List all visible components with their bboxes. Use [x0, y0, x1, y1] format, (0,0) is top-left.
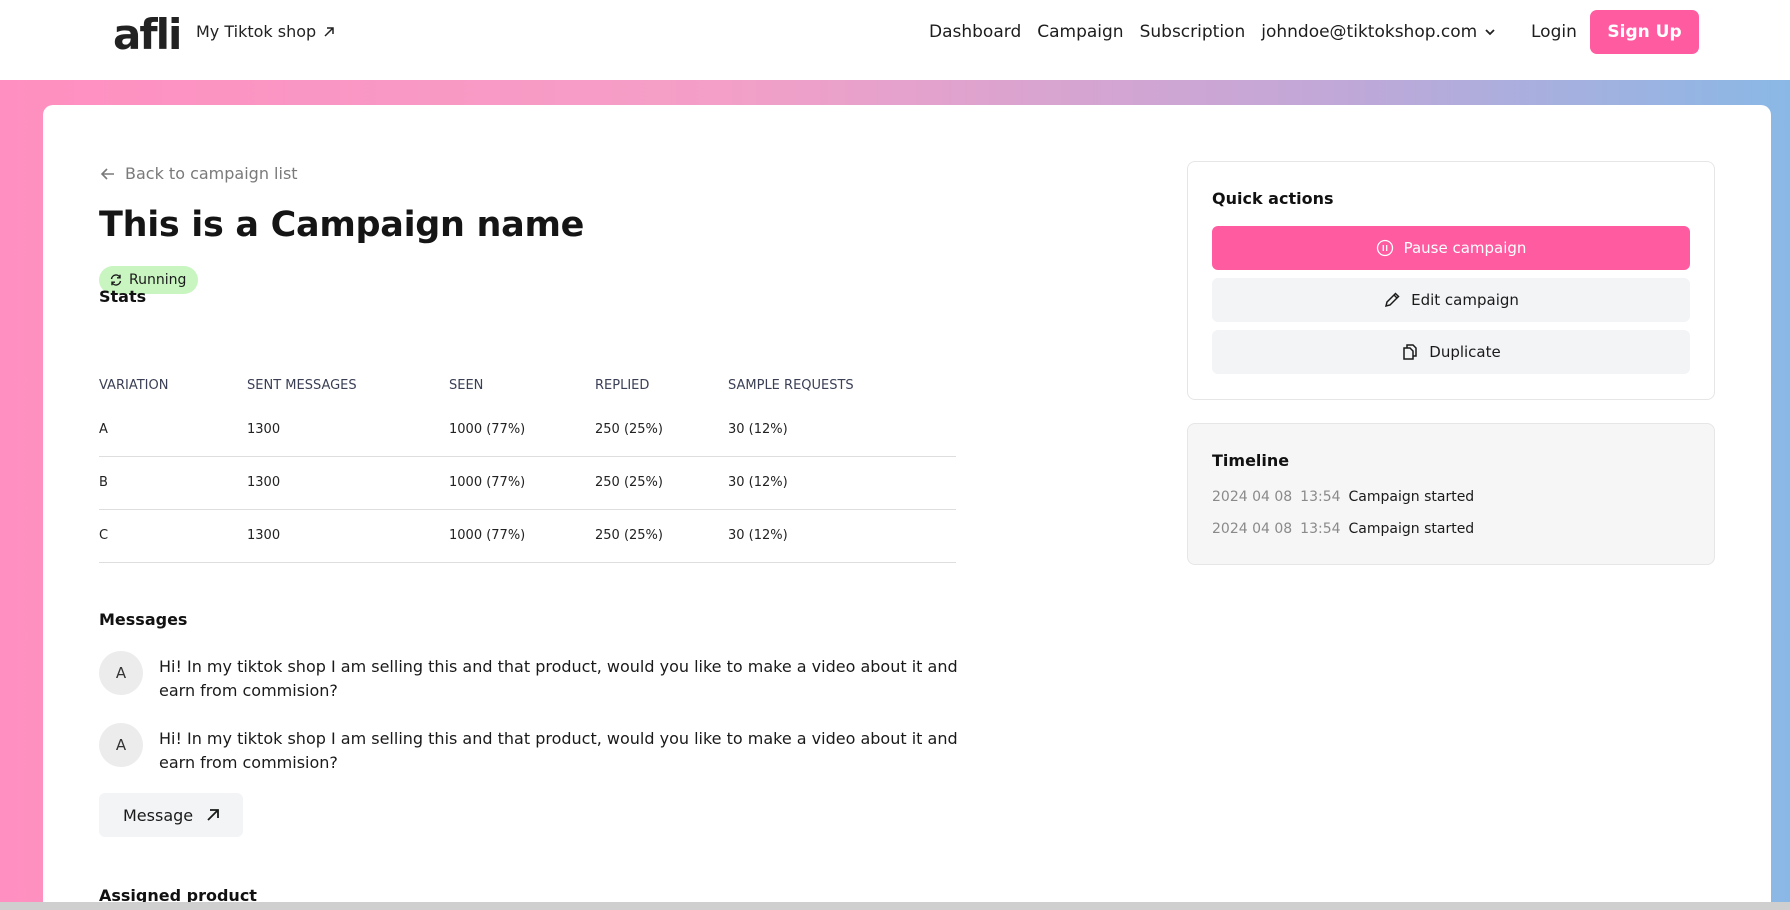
pencil-icon — [1385, 292, 1400, 308]
timeline-time: 13:54 — [1300, 489, 1341, 505]
stats-table: VARIATION SENT MESSAGES SEEN REPLIED SAM… — [99, 367, 956, 563]
table-row: C 1300 1000 (77%) 250 (25%) 30 (12%) — [99, 509, 956, 563]
message-text: Hi! In my tiktok shop I am selling this … — [159, 657, 958, 700]
nav-dashboard[interactable]: Dashboard — [929, 20, 1021, 44]
table-cell: 1000 (77%) — [449, 509, 595, 563]
timeline-date: 2024 04 08 — [1212, 489, 1293, 505]
my-tiktok-shop-link[interactable]: My Tiktok shop — [196, 22, 336, 42]
message-text: Hi! In my tiktok shop I am selling this … — [159, 729, 958, 772]
quick-actions-title: Quick actions — [1212, 189, 1334, 208]
pause-campaign-button[interactable]: Pause campaign — [1212, 226, 1690, 270]
table-cell: B — [99, 456, 247, 510]
campaign-detail-card: Back to campaign list This is a Campaign… — [43, 105, 1771, 902]
edit-campaign-button[interactable]: Edit campaign — [1212, 278, 1690, 322]
back-link-label: Back to campaign list — [125, 164, 298, 183]
shop-link-label: My Tiktok shop — [196, 22, 317, 41]
external-link-icon — [324, 27, 334, 37]
timeline-title: Timeline — [1212, 451, 1290, 470]
table-cell: 30 (12%) — [728, 403, 956, 457]
message-item: A Hi! In my tiktok shop I am selling thi… — [99, 651, 959, 703]
timeline-entry: 2024 04 08 13:54 Campaign started — [1212, 488, 1474, 506]
user-menu[interactable]: johndoe@tiktokshop.com — [1261, 20, 1497, 44]
copy-icon — [1403, 344, 1418, 360]
horizontal-scrollbar[interactable] — [0, 902, 1790, 910]
timeline-panel: Timeline 2024 04 08 13:54 Campaign start… — [1187, 423, 1715, 565]
table-cell: 1300 — [247, 456, 449, 510]
timeline-entry: 2024 04 08 13:54 Campaign started — [1212, 520, 1474, 538]
avatar: A — [99, 651, 143, 695]
timeline-event: Campaign started — [1348, 521, 1475, 537]
column-header: SAMPLE REQUESTS — [728, 377, 854, 393]
nav-campaign[interactable]: Campaign — [1037, 20, 1123, 44]
chevron-down-icon — [1485, 29, 1495, 36]
duplicate-label: Duplicate — [1429, 343, 1501, 361]
table-cell: 1300 — [247, 403, 449, 457]
timeline-time: 13:54 — [1300, 521, 1341, 537]
user-email: johndoe@tiktokshop.com — [1261, 22, 1478, 42]
column-header: SEEN — [449, 377, 484, 393]
arrow-left-icon — [100, 168, 114, 180]
login-link[interactable]: Login — [1531, 20, 1577, 44]
arrow-up-right-icon — [207, 809, 220, 821]
main-nav: Dashboard Campaign Subscription johndoe@… — [929, 20, 1497, 44]
table-row: B 1300 1000 (77%) 250 (25%) 30 (12%) — [99, 456, 956, 510]
afli-logo[interactable]: afli — [113, 12, 182, 58]
timeline-event: Campaign started — [1348, 489, 1475, 505]
quick-actions-panel: Quick actions Pause campaign Edit campai… — [1187, 161, 1715, 400]
message-button-label: Message — [123, 805, 194, 825]
timeline-date: 2024 04 08 — [1212, 521, 1293, 537]
table-cell: 1000 (77%) — [449, 403, 595, 457]
back-to-campaign-list-link[interactable]: Back to campaign list — [99, 163, 298, 185]
table-cell: 30 (12%) — [728, 509, 956, 563]
table-cell: 250 (25%) — [595, 456, 728, 510]
message-button[interactable]: Message — [99, 793, 244, 837]
table-cell: 1300 — [247, 509, 449, 563]
column-header: REPLIED — [595, 377, 650, 393]
table-cell: 30 (12%) — [728, 456, 956, 510]
column-header: SENT MESSAGES — [247, 377, 357, 393]
edit-campaign-label: Edit campaign — [1411, 291, 1519, 309]
table-header-row: VARIATION SENT MESSAGES SEEN REPLIED SAM… — [99, 367, 956, 403]
assigned-product-heading: Assigned product — [99, 886, 257, 902]
avatar: A — [99, 723, 143, 767]
pause-circle-icon — [1376, 239, 1393, 257]
top-navbar: afli My Tiktok shop Dashboard Campaign S… — [0, 0, 1790, 80]
column-header: VARIATION — [99, 377, 169, 393]
signup-button[interactable]: Sign Up — [1590, 10, 1699, 54]
table-cell: 250 (25%) — [595, 403, 728, 457]
stats-heading: Stats — [99, 287, 147, 306]
message-item: A Hi! In my tiktok shop I am selling thi… — [99, 723, 959, 775]
page-title: This is a Campaign name — [99, 205, 585, 245]
table-cell: C — [99, 509, 247, 563]
table-row: A 1300 1000 (77%) 250 (25%) 30 (12%) — [99, 403, 956, 457]
table-cell: 250 (25%) — [595, 509, 728, 563]
messages-heading: Messages — [99, 610, 188, 629]
table-cell: 1000 (77%) — [449, 456, 595, 510]
nav-subscription[interactable]: Subscription — [1140, 20, 1246, 44]
table-cell: A — [99, 403, 247, 457]
status-label: Running — [129, 272, 187, 288]
pause-campaign-label: Pause campaign — [1403, 239, 1527, 257]
refresh-icon — [110, 274, 122, 286]
duplicate-button[interactable]: Duplicate — [1212, 330, 1690, 374]
